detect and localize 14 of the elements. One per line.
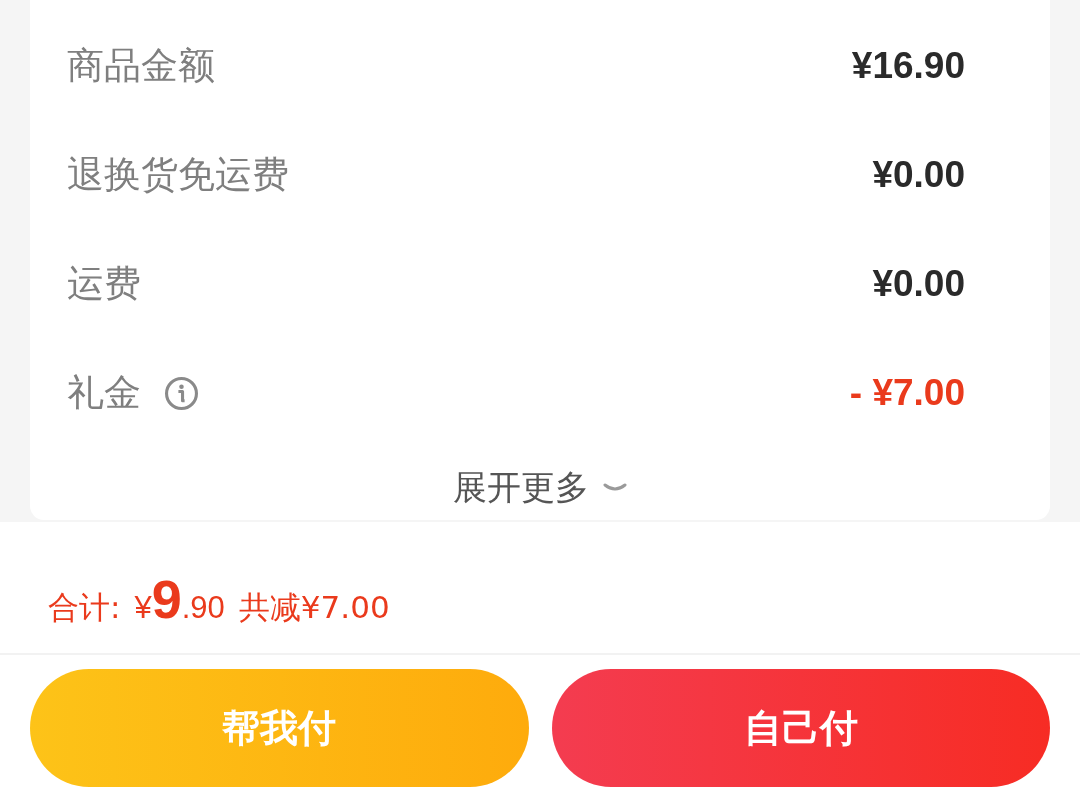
- row-label: 礼金: [67, 371, 141, 416]
- row-value: ¥0.00: [872, 262, 965, 307]
- total-price: ¥9.90: [134, 568, 225, 630]
- info-icon[interactable]: [165, 377, 198, 410]
- row-value: ¥0.00: [872, 153, 965, 198]
- discount-text: 共减¥7.00: [238, 588, 390, 627]
- pay-button[interactable]: 自己付: [551, 669, 1050, 787]
- row-value: - ¥7.00: [849, 371, 965, 416]
- row-value: ¥16.90: [851, 44, 965, 89]
- row-label: 商品金额: [67, 44, 215, 89]
- total-label: 合计:: [48, 588, 121, 627]
- row-label: 运费: [67, 262, 141, 307]
- row-label: 退换货免运费: [67, 153, 289, 198]
- expand-more-link[interactable]: 展开更多: [453, 465, 627, 511]
